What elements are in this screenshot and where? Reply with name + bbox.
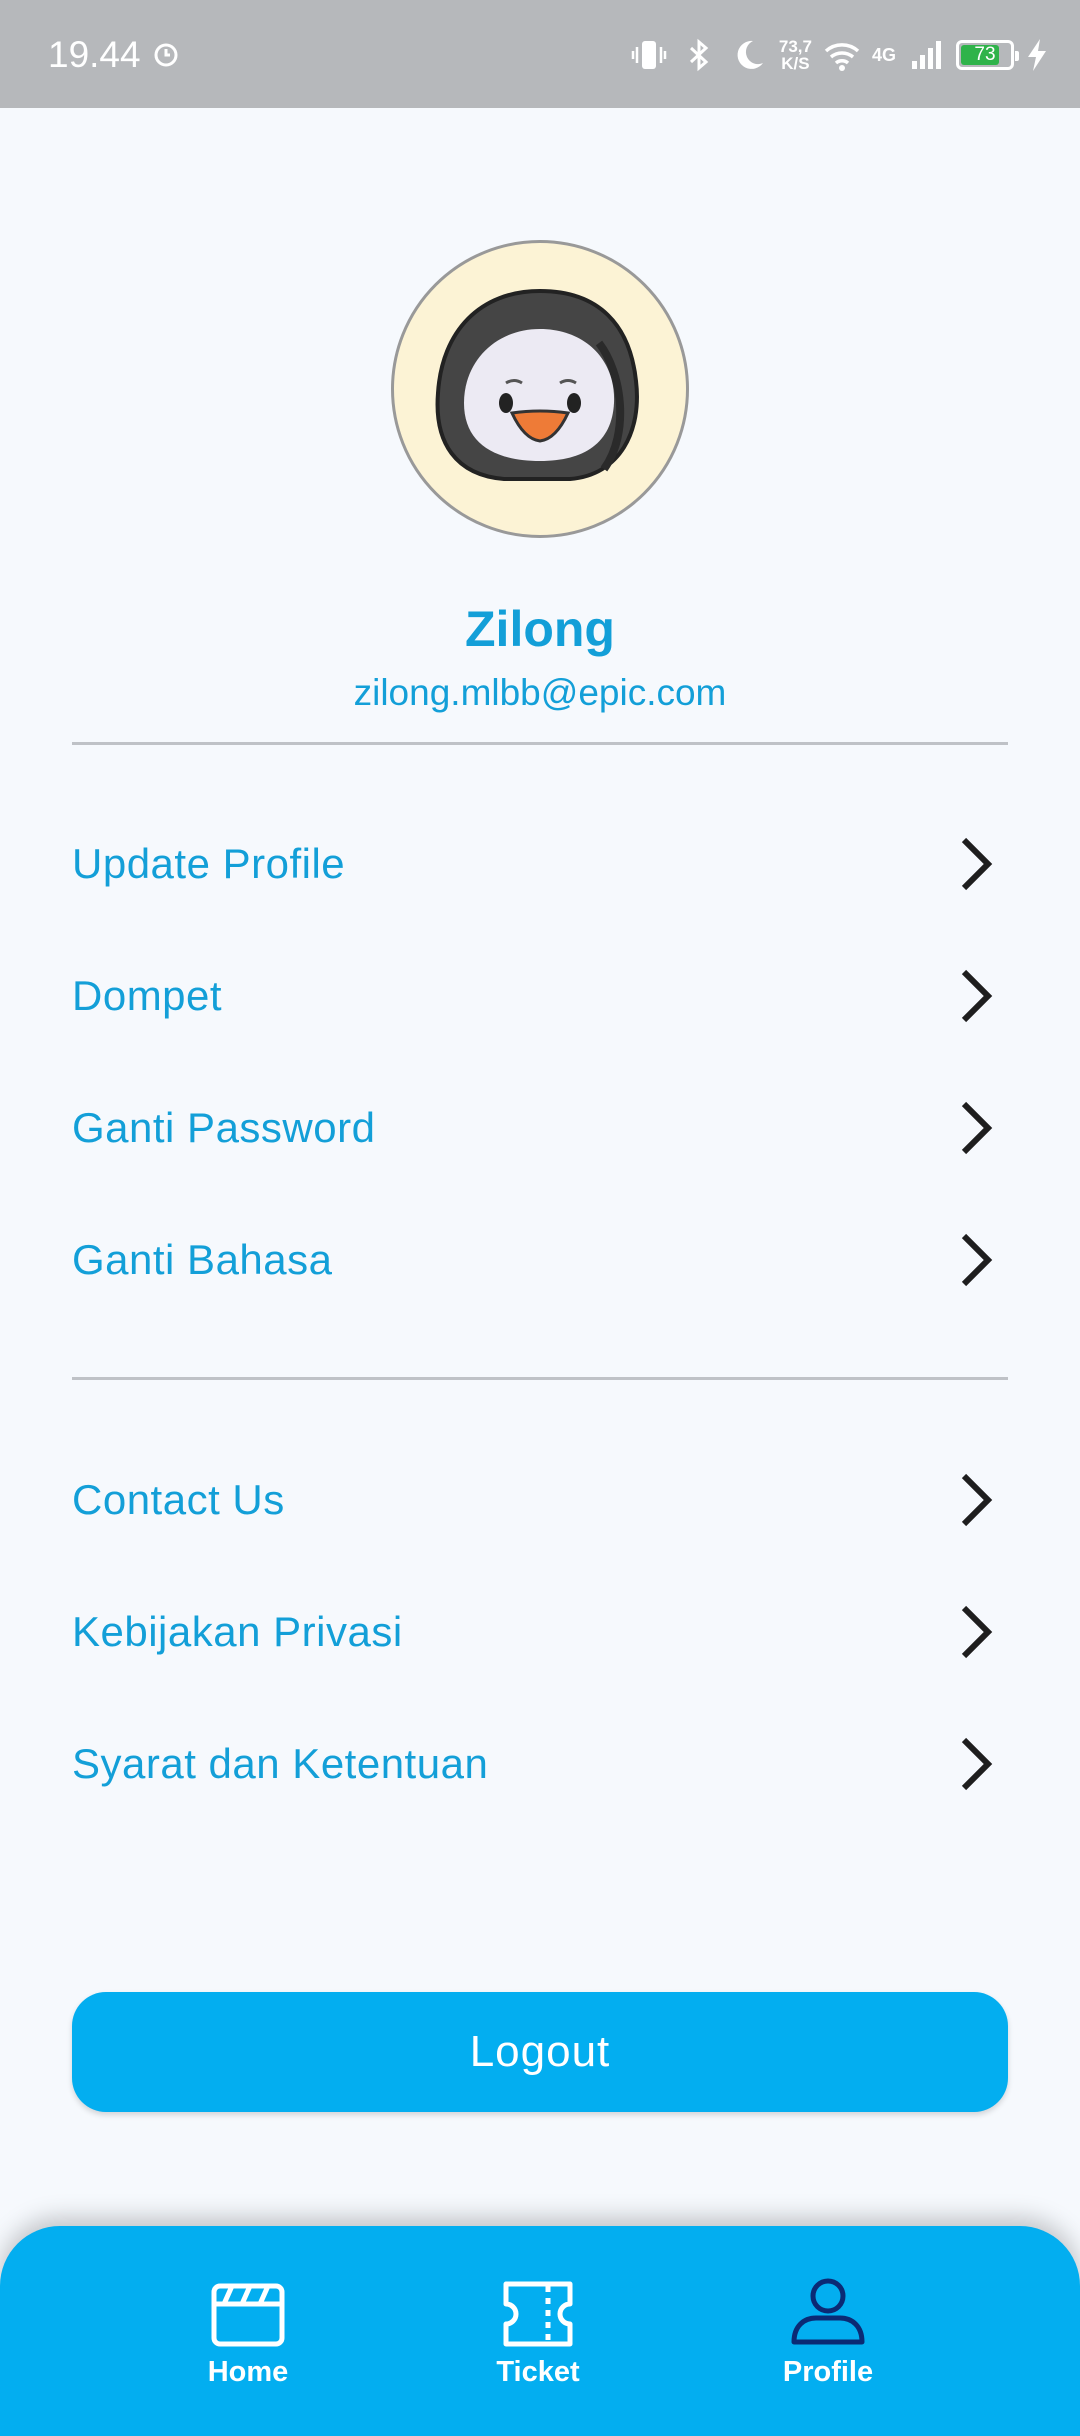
menu-ganti-bahasa[interactable]: Ganti Bahasa [72,1200,1008,1320]
chevron-right-icon [961,969,993,1023]
user-icon [791,2278,865,2345]
nav-home-label: Home [207,2356,289,2388]
status-icons: 73,7 K/S 4G 73 [629,30,1050,80]
avatar[interactable] [391,240,689,538]
nav-profile[interactable]: Profile [728,2276,928,2389]
nav-home[interactable]: Home [148,2276,348,2389]
menu-label: Ganti Password [72,1104,376,1151]
wifi-icon [824,43,860,71]
nav-ticket[interactable]: Ticket [438,2276,638,2389]
menu-label: Dompet [72,972,223,1019]
menu-label: Update Profile [72,840,346,887]
chevron-right-icon [961,837,993,891]
menu-contact-us[interactable]: Contact Us [72,1440,1008,1560]
charging-icon [1028,39,1046,71]
bluetooth-icon [689,38,709,72]
chevron-right-icon [961,1473,993,1527]
menu-label: Contact Us [72,1476,285,1523]
battery-indicator: 73 [956,40,1019,70]
ticket-icon [503,2281,573,2347]
bottom-nav: Home Ticket Profile [0,2226,1080,2436]
logout-button[interactable]: Logout [72,1992,1008,2112]
divider [72,1377,1008,1380]
menu-label: Kebijakan Privasi [72,1608,403,1655]
status-time: 19.44 [48,34,141,75]
nav-profile-label: Profile [782,2356,874,2388]
network-type: 4G [871,44,896,65]
divider [72,742,1008,745]
chevron-right-icon [961,1233,993,1287]
menu-kebijakan-privasi[interactable]: Kebijakan Privasi [72,1572,1008,1692]
moon-icon [737,40,763,69]
vibrate-icon [631,41,667,69]
clapperboard-icon [211,2283,285,2347]
penguin-avatar-icon [435,288,639,481]
menu-ganti-password[interactable]: Ganti Password [72,1068,1008,1188]
status-bar: 19.44 73,7 K/S 4G 73 [0,0,1080,108]
chevron-right-icon [961,1737,993,1791]
chevron-right-icon [961,1101,993,1155]
nav-ticket-label: Ticket [496,2356,580,2388]
menu-syarat-ketentuan[interactable]: Syarat dan Ketentuan [72,1704,1008,1824]
network-speed: 73,7 K/S [778,37,812,73]
signal-icon [912,41,941,69]
menu-label: Ganti Bahasa [72,1236,333,1283]
menu-update-profile[interactable]: Update Profile [72,804,1008,924]
profile-email: zilong.mlbb@epic.com [353,672,727,713]
chevron-right-icon [961,1605,993,1659]
alarm-icon [154,43,178,67]
menu-dompet[interactable]: Dompet [72,936,1008,1056]
menu-label: Syarat dan Ketentuan [72,1740,489,1787]
profile-name: Zilong [465,601,615,657]
